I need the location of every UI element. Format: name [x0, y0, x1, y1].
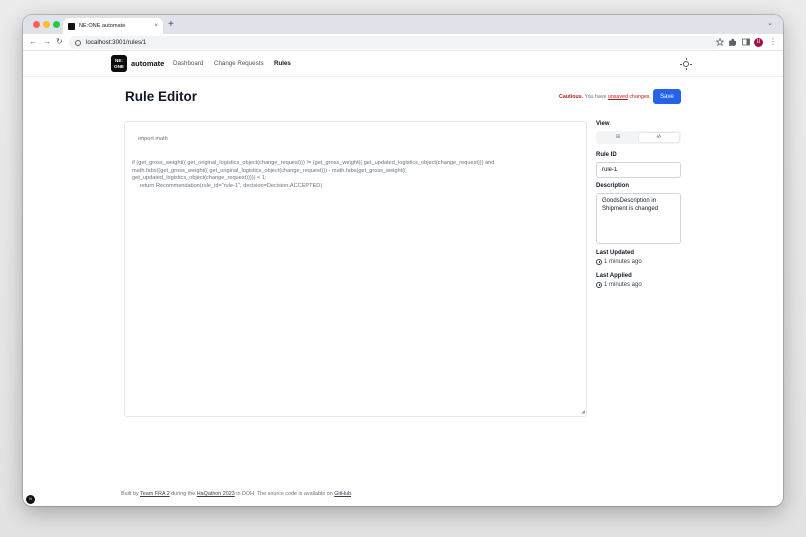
profile-avatar[interactable]: U [754, 38, 763, 47]
theme-toggle-sun-icon[interactable] [680, 58, 692, 70]
event-link[interactable]: HaQathon 2023 [197, 491, 235, 497]
view-label: View [596, 121, 610, 127]
url-text: localhost:3001/rules/1 [86, 39, 147, 46]
footer: Built by Team FRA 2 during the HaQathon … [121, 491, 352, 497]
description-label: Description [596, 183, 630, 189]
browser-toolbar: ← → ↻ localhost:3001/rules/1 U ⋮ [23, 34, 783, 51]
extensions-icon[interactable] [729, 38, 737, 46]
code-editor[interactable]: import math if (get_gross_weight(( get_o… [124, 121, 587, 417]
nav-rules[interactable]: Rules [274, 60, 291, 67]
app-header: NE: ONE automate Dashboard Change Reques… [23, 51, 783, 77]
side-panel-icon[interactable] [742, 38, 750, 46]
bookmark-star-icon[interactable] [716, 38, 724, 46]
new-tab-button[interactable]: + [168, 18, 174, 32]
address-bar[interactable]: localhost:3001/rules/1 [69, 36, 723, 49]
resize-handle-icon[interactable]: ◢ [581, 410, 585, 415]
reload-button[interactable]: ↻ [56, 37, 63, 47]
back-button[interactable]: ← [29, 37, 37, 47]
code-view-button[interactable]: ‹/› [639, 133, 679, 142]
clock-icon [596, 282, 602, 288]
team-link[interactable]: Team FRA 2 [140, 491, 170, 497]
dev-tools-badge[interactable]: N [26, 495, 35, 504]
last-updated-label: Last Updated [596, 250, 635, 256]
close-window-button[interactable] [33, 21, 40, 28]
caution-unsaved: unsaved [607, 94, 628, 100]
tab-strip: NE:ONE automate × + ⌄ [23, 15, 783, 34]
nav-dashboard[interactable]: Dashboard [173, 60, 203, 67]
tab-search-icon[interactable]: ⌄ [767, 19, 773, 27]
forward-button[interactable]: → [43, 37, 51, 47]
last-applied-value: 1 minutes ago [604, 282, 642, 288]
tab-close-icon[interactable]: × [154, 23, 158, 29]
logo-line-bottom: ONE [114, 63, 124, 69]
rule-id-input[interactable] [596, 162, 681, 178]
footer-text-post: in DOH. The source code is available on [234, 491, 335, 497]
footer-text-pre: Built by [121, 491, 141, 497]
nav-change-requests[interactable]: Change Requests [214, 60, 264, 67]
view-toggle: ⊞ ‹/› [596, 131, 681, 144]
last-applied: 1 minutes ago [596, 282, 642, 288]
footer-text-end: . [350, 491, 353, 497]
minimize-window-button[interactable] [43, 21, 50, 28]
page-title: Rule Editor [125, 89, 198, 104]
save-button[interactable]: Save [653, 89, 681, 104]
tab-title: NE:ONE automate [79, 23, 126, 29]
browser-menu-icon[interactable]: ⋮ [769, 37, 777, 46]
browser-window: NE:ONE automate × + ⌄ ← → ↻ localhost:30… [23, 15, 783, 506]
favicon-icon [68, 22, 75, 30]
last-updated: 1 minutes ago [596, 259, 642, 265]
github-link[interactable]: GitHub [334, 491, 351, 497]
visual-view-button[interactable]: ⊞ [598, 133, 638, 142]
unsaved-changes-notice: Cautious. You have unsaved changes. [559, 94, 651, 100]
code-text: import math if (get_gross_weight(( get_o… [132, 135, 495, 190]
brand-name[interactable]: automate [131, 59, 164, 68]
caution-label: Cautious. [559, 94, 584, 100]
caution-text-pre: You have [583, 94, 608, 100]
footer-text-mid: during the [169, 491, 197, 497]
ne-one-logo[interactable]: NE: ONE [111, 55, 127, 72]
clock-icon [596, 259, 602, 265]
caution-text-post: changes. [627, 94, 651, 100]
last-updated-value: 1 minutes ago [604, 259, 642, 265]
maximize-window-button[interactable] [53, 21, 60, 28]
last-applied-label: Last Applied [596, 273, 632, 279]
rule-id-label: Rule ID [596, 152, 617, 158]
browser-tab[interactable]: NE:ONE automate × [63, 18, 163, 34]
site-info-icon[interactable] [75, 39, 81, 46]
description-textarea[interactable]: GoodsDescription in Shipment is changed [596, 193, 681, 244]
